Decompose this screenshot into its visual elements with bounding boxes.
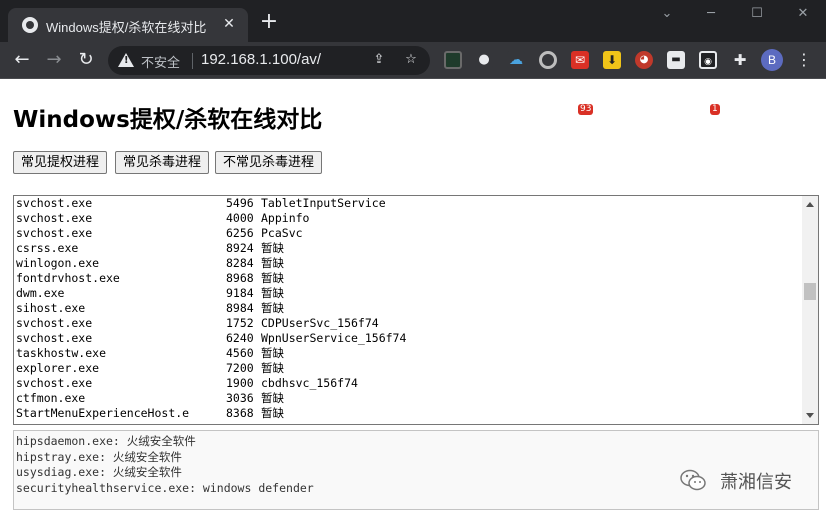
process-name: ctfmon.exe <box>16 391 86 405</box>
extension-download-icon[interactable]: ⬇ <box>603 51 621 69</box>
process-name: fontdrvhost.exe <box>16 271 120 285</box>
warning-icon[interactable] <box>118 53 134 67</box>
process-service: CDPUserSvc_156f74 <box>261 316 379 330</box>
av-result-row: securityhealthservice.exe: windows defen… <box>16 480 314 495</box>
process-name: csrss.exe <box>16 241 79 255</box>
process-pid: 4560 <box>226 346 254 360</box>
address-bar[interactable]: 不安全 192.168.1.100/av/ ⇪ ☆ <box>108 46 430 75</box>
process-pid: 5496 <box>226 196 254 210</box>
process-pid: 8968 <box>226 271 254 285</box>
process-pid: 1752 <box>226 316 254 330</box>
reload-icon[interactable]: ↻ <box>74 48 98 72</box>
extension-mail-icon[interactable]: ✉ <box>571 51 589 69</box>
process-service: PcaSvc <box>261 226 303 240</box>
globe-icon <box>22 17 38 33</box>
minimize-icon[interactable]: ─ <box>688 0 734 30</box>
process-service: Appinfo <box>261 211 310 225</box>
process-input-textarea[interactable]: svchost.exe 5496 TabletInputService svchost… <box>13 195 819 425</box>
back-icon[interactable]: ← <box>10 48 34 72</box>
process-name: dwm.exe <box>16 286 65 300</box>
share-icon[interactable]: ⇪ <box>370 51 388 69</box>
process-name: svchost.exe <box>16 196 93 210</box>
extension-cookie-icon[interactable]: ● <box>475 51 493 69</box>
extension-spy-icon[interactable]: ▬ <box>667 51 685 69</box>
ghost-count-badge: 1 <box>710 104 720 115</box>
process-name: svchost.exe <box>16 211 93 225</box>
process-pid: 8924 <box>226 241 254 255</box>
av-result-row: hipstray.exe: 火绒安全软件 <box>16 449 182 464</box>
process-service: TabletInputService <box>261 196 386 210</box>
process-service: 暂缺 <box>261 406 284 420</box>
process-pid: 7200 <box>226 361 254 375</box>
scroll-down-icon[interactable] <box>806 413 814 418</box>
maximize-icon[interactable]: ☐ <box>734 0 780 30</box>
kebab-menu-icon[interactable]: ⋮ <box>796 49 812 71</box>
process-name: svchost.exe <box>16 316 93 330</box>
process-pid: 1900 <box>226 376 254 390</box>
process-service: 暂缺 <box>261 256 284 270</box>
puzzle-icon[interactable]: ✚ <box>731 51 749 69</box>
plus-icon[interactable]: + <box>258 11 280 34</box>
common-privesc-process-button[interactable]: 常见提权进程 <box>13 151 108 174</box>
extension-terminal-icon[interactable] <box>444 51 462 69</box>
process-name: svchost.exe <box>16 226 93 240</box>
process-pid: 8284 <box>226 256 254 270</box>
process-service: 暂缺 <box>261 271 284 285</box>
mail-count-badge: 93 <box>578 104 594 115</box>
scroll-up-icon[interactable] <box>806 202 814 207</box>
process-pid: 3036 <box>226 391 254 405</box>
process-name: winlogon.exe <box>16 256 100 270</box>
title-bar: Windows提权/杀软在线对比 ✕ + ⌄ ─ ☐ ✕ <box>0 0 826 42</box>
page-title: Windows提权/杀软在线对比 <box>13 107 323 133</box>
process-name: explorer.exe <box>16 361 100 375</box>
scroll-thumb[interactable] <box>804 283 816 300</box>
watermark-text: 萧湘信安 <box>720 472 792 493</box>
common-av-process-button[interactable]: 常见杀毒进程 <box>115 151 210 174</box>
process-name: sihost.exe <box>16 301 86 315</box>
process-pid: 6256 <box>226 226 254 240</box>
security-label[interactable]: 不安全 <box>141 52 180 71</box>
process-pid: 9184 <box>226 286 254 300</box>
extension-cloud-icon[interactable]: ☁ <box>507 51 525 69</box>
star-icon[interactable]: ☆ <box>402 51 420 69</box>
process-pid: 8984 <box>226 301 254 315</box>
close-icon[interactable]: ✕ <box>220 15 238 33</box>
url-text[interactable]: 192.168.1.100/av/ <box>201 51 321 68</box>
process-name: svchost.exe <box>16 376 93 390</box>
process-name: taskhostw.exe <box>16 346 107 360</box>
wechat-icon <box>680 469 706 491</box>
window-close-icon[interactable]: ✕ <box>780 0 826 30</box>
extension-santa-icon[interactable]: ◕ <box>635 51 653 69</box>
process-pid: 6240 <box>226 331 254 345</box>
process-service: 暂缺 <box>261 391 284 405</box>
av-results-list: hipsdaemon.exe: 火绒安全软件 hipstray.exe: 火绒安全… <box>14 434 314 496</box>
extension-ghost-icon[interactable]: ◉ <box>699 51 717 69</box>
process-pid: 4000 <box>226 211 254 225</box>
av-result-row: usysdiag.exe: 火绒安全软件 <box>16 465 182 479</box>
chevron-down-icon[interactable]: ⌄ <box>644 0 690 30</box>
process-pid: 8368 <box>226 406 254 420</box>
uncommon-av-process-button[interactable]: 不常见杀毒进程 <box>215 151 323 174</box>
scrollbar[interactable] <box>802 196 818 424</box>
extension-circle-icon[interactable] <box>539 51 557 69</box>
process-service: 暂缺 <box>261 361 284 375</box>
profile-avatar[interactable]: B <box>761 49 783 71</box>
av-result-row: hipsdaemon.exe: 火绒安全软件 <box>16 434 196 448</box>
browser-toolbar: ← → ↻ 不安全 192.168.1.100/av/ ⇪ ☆ ● ☁ ✉ 93… <box>0 42 826 115</box>
process-name: svchost.exe <box>16 331 93 345</box>
process-service: 暂缺 <box>261 241 284 255</box>
process-service: 暂缺 <box>261 301 284 315</box>
process-service: 暂缺 <box>261 346 284 360</box>
browser-tab[interactable]: Windows提权/杀软在线对比 ✕ <box>8 8 248 42</box>
process-service: 暂缺 <box>261 286 284 300</box>
forward-icon[interactable]: → <box>42 48 66 72</box>
divider <box>192 53 193 69</box>
process-service: WpnUserService_156f74 <box>261 331 407 345</box>
tab-title: Windows提权/杀软在线对比 <box>46 20 207 35</box>
process-service: cbdhsvc_156f74 <box>261 376 358 390</box>
process-name: StartMenuExperienceHost.e <box>16 406 190 420</box>
